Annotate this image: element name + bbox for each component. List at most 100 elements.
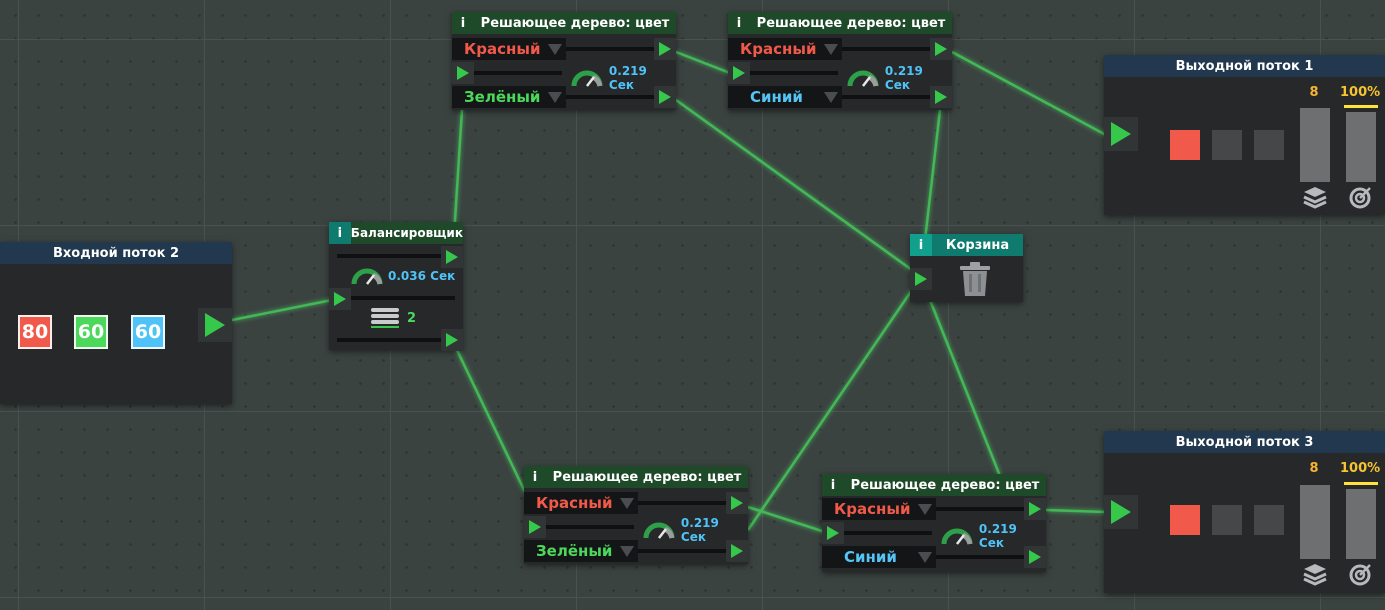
info-icon[interactable]: i <box>524 466 546 488</box>
output3-input-port[interactable] <box>1104 495 1138 529</box>
output1-slot-empty-2 <box>1254 130 1284 160</box>
output3-progress-line <box>1344 482 1378 485</box>
balancer-output-port-1[interactable] <box>441 246 463 268</box>
wire-balancer-tree3 <box>454 347 528 495</box>
output-stream-1-node[interactable]: Выходной поток 1 8 100% <box>1104 55 1385 215</box>
tree4-option1-dropdown[interactable]: Красный <box>822 498 936 520</box>
balancer-bar-3 <box>337 338 441 342</box>
tree4-input-port[interactable] <box>822 522 844 544</box>
tree1-input-port[interactable] <box>452 62 474 84</box>
trash-input-port[interactable] <box>910 268 932 290</box>
balancer-header: i Балансировщик <box>329 222 463 244</box>
chevron-down-icon <box>824 43 838 55</box>
balancer-node[interactable]: i Балансировщик 0.036 Сек 2 <box>329 222 463 351</box>
output1-progress-line <box>1344 105 1378 108</box>
tree4-option2-label: Синий <box>844 548 897 566</box>
info-icon[interactable]: i <box>822 474 844 496</box>
tree4-option1-label: Красный <box>834 500 911 518</box>
tree3-option2-label: Зелёный <box>536 542 613 560</box>
tree1-bar-1 <box>566 47 654 51</box>
output1-input-port[interactable] <box>1104 117 1138 151</box>
tree3-bar-2 <box>546 525 634 529</box>
decision-tree-node-3[interactable]: i Решающее дерево: цвет Красный 0.219 Се… <box>524 466 748 564</box>
tree2-option1-label: Красный <box>740 40 817 58</box>
tree2-option2-dropdown[interactable]: Синий <box>728 86 842 108</box>
decision-tree-node-2[interactable]: i Решающее дерево: цвет Красный 0.219 Се… <box>728 12 952 110</box>
output3-percent: 100% <box>1340 461 1381 476</box>
tree3-option2-dropdown[interactable]: Зелёный <box>524 540 638 562</box>
output1-slot-empty-1 <box>1212 130 1242 160</box>
trash-title: Корзина <box>945 237 1010 253</box>
green-count-badge: 60 <box>74 315 108 349</box>
server-stack-icon <box>371 308 399 330</box>
balancer-input-port[interactable] <box>329 288 351 310</box>
tree2-header: i Решающее дерево: цвет <box>728 12 952 34</box>
tree3-bar-3 <box>638 549 726 553</box>
tree4-header: i Решающее дерево: цвет <box>822 474 1046 496</box>
output3-header: Выходной поток 3 <box>1104 431 1385 453</box>
output3-percent-bar <box>1346 489 1376 559</box>
input-stream-output-port[interactable] <box>198 308 232 342</box>
wire-trash-tree4 <box>928 299 1002 477</box>
tree2-output-port-2[interactable] <box>930 86 952 108</box>
info-icon[interactable]: i <box>329 222 351 244</box>
tree1-option2-label: Зелёный <box>464 88 541 106</box>
output3-capacity-bar <box>1300 485 1330 559</box>
tree1-bar-2 <box>474 71 562 75</box>
tree4-output-port-2[interactable] <box>1024 546 1046 568</box>
balancer-output-port-2[interactable] <box>441 329 463 351</box>
tree3-input-port[interactable] <box>524 516 546 538</box>
chevron-down-icon <box>918 551 932 563</box>
tree2-bar-1 <box>842 47 930 51</box>
blue-count-badge: 60 <box>131 315 165 349</box>
speedometer-icon <box>571 70 603 87</box>
tree3-output-port-1[interactable] <box>726 492 748 514</box>
info-icon[interactable]: i <box>910 234 932 256</box>
layers-icon <box>1303 187 1327 209</box>
decision-tree-node-4[interactable]: i Решающее дерево: цвет Красный 0.219 Се… <box>822 474 1046 572</box>
tree1-header: i Решающее дерево: цвет <box>452 12 676 34</box>
tree1-option1-dropdown[interactable]: Красный <box>452 38 566 60</box>
tree4-bar-2 <box>844 531 932 535</box>
chevron-down-icon <box>824 91 838 103</box>
tree4-output-port-1[interactable] <box>1024 498 1046 520</box>
balancer-timer: 0.036 Сек <box>351 266 455 286</box>
speedometer-icon <box>941 528 973 545</box>
tree1-output-port-1[interactable] <box>654 38 676 60</box>
tree4-bar-3 <box>936 555 1024 559</box>
balancer-title: Балансировщик <box>350 226 463 240</box>
info-icon[interactable]: i <box>452 12 474 34</box>
tree3-output-port-2[interactable] <box>726 540 748 562</box>
decision-tree-node-1[interactable]: i Решающее дерево: цвет Красный 0.219 Се… <box>452 12 676 110</box>
output1-percent-bar <box>1346 112 1376 182</box>
tree3-option1-label: Красный <box>536 494 613 512</box>
wire-tree1-tree2 <box>675 50 731 75</box>
chevron-down-icon <box>548 91 562 103</box>
tree2-input-port[interactable] <box>728 62 750 84</box>
output-stream-3-node[interactable]: Выходной поток 3 8 100% <box>1104 431 1385 593</box>
input-stream-node[interactable]: Входной поток 2 80 60 60 <box>0 242 232 404</box>
trash-node[interactable]: i Корзина <box>910 234 1023 302</box>
tree1-output-port-2[interactable] <box>654 86 676 108</box>
wire-balancer-tree1 <box>452 109 464 237</box>
output1-title: Выходной поток 1 <box>1175 58 1314 74</box>
trash-header: i Корзина <box>910 234 1023 256</box>
wire-tree4-output3 <box>1045 508 1107 514</box>
output1-header: Выходной поток 1 <box>1104 55 1385 77</box>
output3-capacity: 8 <box>1309 461 1319 476</box>
tree2-option1-dropdown[interactable]: Красный <box>728 38 842 60</box>
balancer-bar-2 <box>351 296 455 300</box>
info-icon[interactable]: i <box>728 12 750 34</box>
tree2-title: Решающее дерево: цвет <box>756 15 946 31</box>
tree3-option1-dropdown[interactable]: Красный <box>524 492 638 514</box>
balancer-bar-1 <box>337 254 441 258</box>
tree2-output-port-1[interactable] <box>930 38 952 60</box>
tree4-option2-dropdown[interactable]: Синий <box>822 546 936 568</box>
tree3-header: i Решающее дерево: цвет <box>524 466 748 488</box>
tree1-title: Решающее дерево: цвет <box>480 15 670 31</box>
tree1-option2-dropdown[interactable]: Зелёный <box>452 86 566 108</box>
tree2-bar-2 <box>750 71 838 75</box>
chevron-down-icon <box>918 503 932 515</box>
chevron-down-icon <box>620 497 634 509</box>
balancer-time: 0.036 Сек <box>388 269 456 283</box>
